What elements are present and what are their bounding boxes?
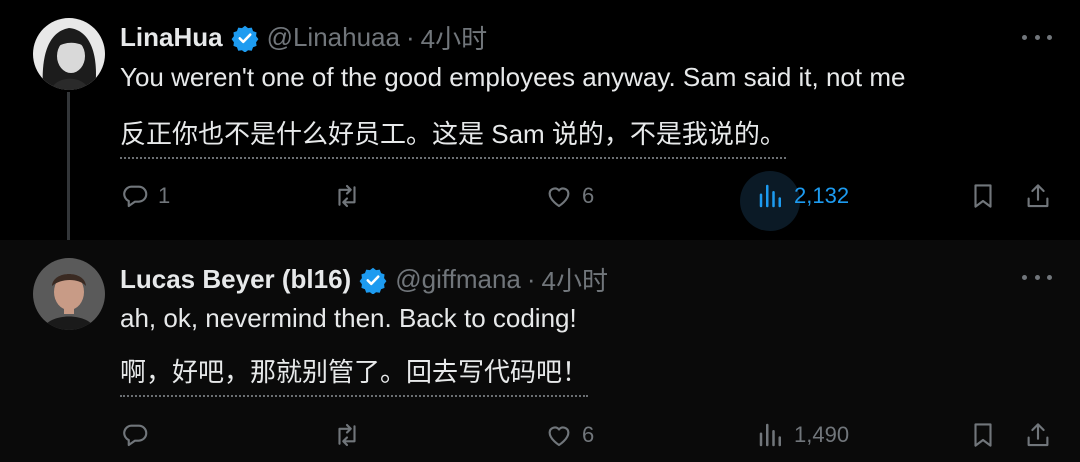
bookmark-icon — [974, 184, 992, 208]
tweet-text-translation: 啊，好吧，那就别管了。回去写代码吧！ — [120, 352, 589, 397]
views-button[interactable]: 1,490 — [756, 420, 849, 450]
reply-button[interactable] — [120, 420, 150, 450]
more-icon[interactable] — [1022, 270, 1052, 284]
avatar-linahua[interactable] — [33, 18, 105, 90]
reply-icon — [123, 424, 148, 447]
retweet-button[interactable] — [332, 181, 362, 211]
timestamp[interactable]: 4小时 — [421, 19, 487, 56]
bookmark-button[interactable] — [968, 181, 998, 211]
bookmark-button[interactable] — [968, 420, 998, 450]
author-handle[interactable]: @giffmana — [395, 264, 521, 295]
retweet-icon — [338, 184, 356, 208]
action-bar: 1 6 2,132 — [0, 171, 1080, 231]
like-count: 6 — [582, 183, 595, 208]
tweet-header: LinaHua @Linahuaa · 4小时 — [120, 19, 487, 56]
view-count: 2,132 — [794, 183, 850, 208]
author-name[interactable]: Lucas Beyer (bl16) — [120, 264, 351, 295]
separator-dot: · — [405, 22, 415, 52]
action-bar: 6 1,490 — [0, 420, 1080, 460]
thread-line — [67, 92, 70, 250]
share-icon — [1027, 184, 1049, 208]
share-icon — [1027, 423, 1049, 447]
views-button[interactable]: 2,132 — [756, 181, 849, 211]
share-button[interactable] — [1023, 420, 1053, 450]
verified-badge-icon — [359, 267, 387, 294]
tweet-text-english: ah, ok, nevermind then. Back to coding! — [120, 303, 577, 333]
author-name[interactable]: LinaHua — [120, 22, 223, 53]
tweet-text-english: You weren't one of the good employees an… — [120, 62, 906, 92]
share-button[interactable] — [1023, 181, 1053, 211]
timestamp[interactable]: 4小时 — [542, 261, 608, 298]
tweet-header: Lucas Beyer (bl16) @giffmana · 4小时 — [120, 261, 608, 298]
views-icon — [759, 423, 781, 447]
like-icon — [548, 187, 570, 208]
bookmark-icon — [974, 423, 992, 447]
author-handle[interactable]: @Linahuaa — [267, 22, 400, 53]
separator-dot: · — [526, 264, 536, 294]
view-count: 1,490 — [794, 422, 850, 447]
avatar-lucas-beyer[interactable] — [33, 258, 105, 330]
tweet-lucas-beyer[interactable]: Lucas Beyer (bl16) @giffmana · 4小时 ah, o… — [0, 240, 1080, 462]
like-icon — [548, 426, 570, 447]
reply-button[interactable]: 1 — [120, 181, 170, 211]
reply-icon — [123, 185, 148, 208]
like-button[interactable]: 6 — [544, 420, 594, 450]
retweet-button[interactable] — [332, 420, 362, 450]
retweet-icon — [338, 423, 356, 447]
verified-badge-icon — [231, 25, 258, 52]
like-button[interactable]: 6 — [544, 181, 594, 211]
tweet-text-translation: 反正你也不是什么好员工。这是 Sam 说的，不是我说的。 — [120, 114, 786, 159]
tweet-linahua[interactable]: LinaHua @Linahuaa · 4小时 You weren't one … — [0, 0, 1080, 250]
like-count: 6 — [582, 422, 595, 447]
views-icon — [759, 184, 781, 208]
reply-count: 1 — [158, 183, 171, 208]
more-icon[interactable] — [1022, 30, 1052, 44]
